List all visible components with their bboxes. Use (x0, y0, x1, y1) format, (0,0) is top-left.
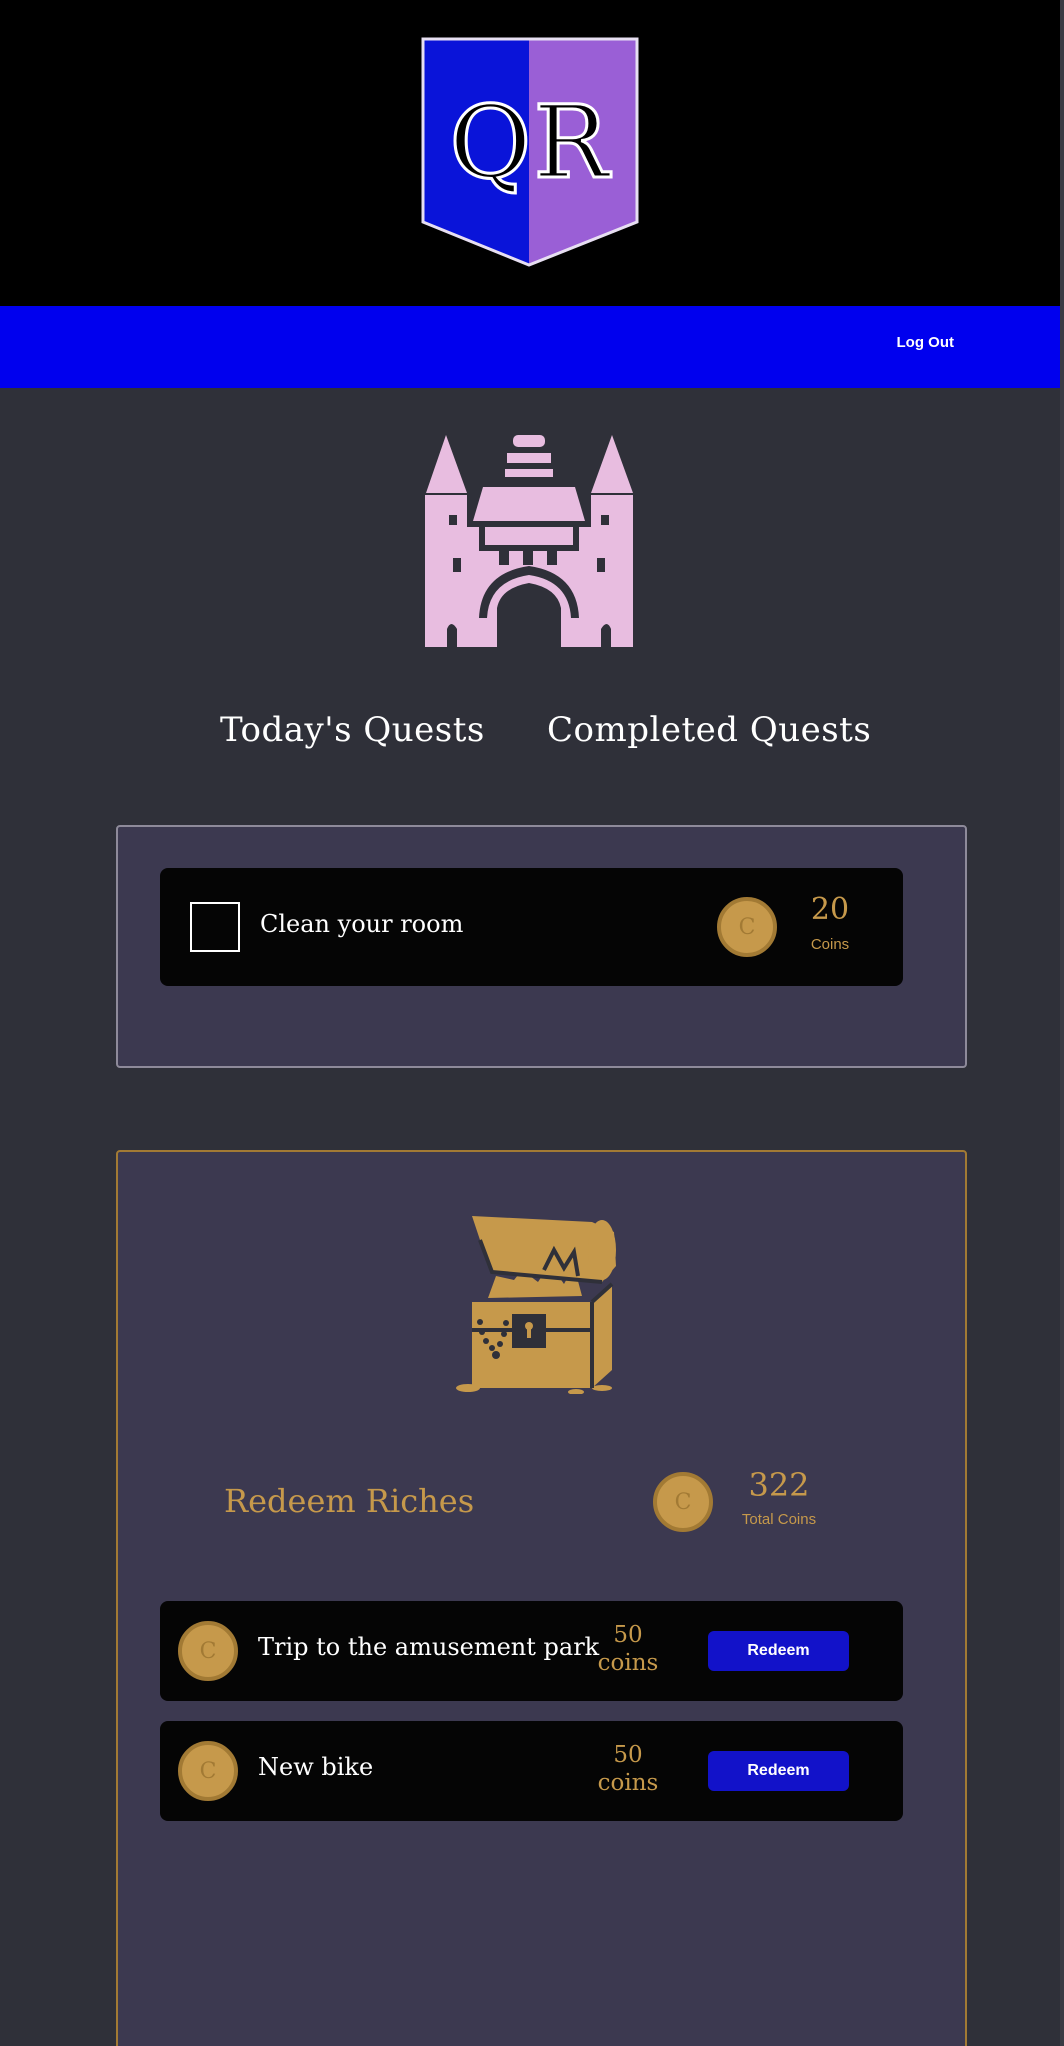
reward-item: C Trip to the amusement park 50 coins Re… (160, 1601, 903, 1701)
logo-shield-icon: QR (421, 37, 639, 267)
navbar: Log Out (0, 306, 1060, 388)
quest-tabs: Today's Quests Completed Quests (0, 710, 1064, 760)
reward-cost-value: 50 (613, 1742, 643, 1768)
treasure-chest-icon (456, 1216, 616, 1394)
quest-checkbox[interactable] (190, 902, 240, 952)
svg-text:QR: QR (449, 84, 611, 201)
total-coins-label: Total Coins (741, 1511, 817, 1528)
total-coins-value: 322 (748, 1466, 810, 1504)
reward-cost-unit: coins (597, 1770, 659, 1796)
coin-icon: C (178, 1741, 238, 1801)
reward-cost-value: 50 (613, 1622, 643, 1648)
logout-link[interactable]: Log Out (897, 334, 954, 351)
reward-item: C New bike 50 coins Redeem (160, 1721, 903, 1821)
tab-completed-quests[interactable]: Completed Quests (547, 710, 871, 750)
header: QR (0, 0, 1060, 306)
quest-list-panel: Clean your room C 20 Coins (116, 825, 967, 1068)
quest-reward-label: Coins (810, 936, 850, 953)
scrollbar-track[interactable] (1060, 0, 1064, 2046)
quest-reward-value: 20 (810, 892, 850, 927)
tab-todays-quests[interactable]: Today's Quests (220, 710, 485, 750)
redeem-riches-title: Redeem Riches (224, 1482, 475, 1520)
quest-name: Clean your room (260, 910, 464, 938)
reward-name: New bike (258, 1753, 374, 1781)
castle-icon (425, 435, 633, 647)
coin-icon: C (653, 1472, 713, 1532)
reward-name: Trip to the amusement park (258, 1633, 600, 1661)
quest-item: Clean your room C 20 Coins (160, 868, 903, 986)
reward-cost: 50 coins (578, 1621, 678, 1677)
redeem-button[interactable]: Redeem (708, 1751, 849, 1791)
coin-icon: C (178, 1621, 238, 1681)
redeem-riches-panel: Redeem Riches C 322 Total Coins C Trip t… (116, 1150, 967, 2046)
redeem-button[interactable]: Redeem (708, 1631, 849, 1671)
coin-icon: C (717, 897, 777, 957)
reward-cost: 50 coins (578, 1741, 678, 1797)
reward-cost-unit: coins (597, 1650, 659, 1676)
